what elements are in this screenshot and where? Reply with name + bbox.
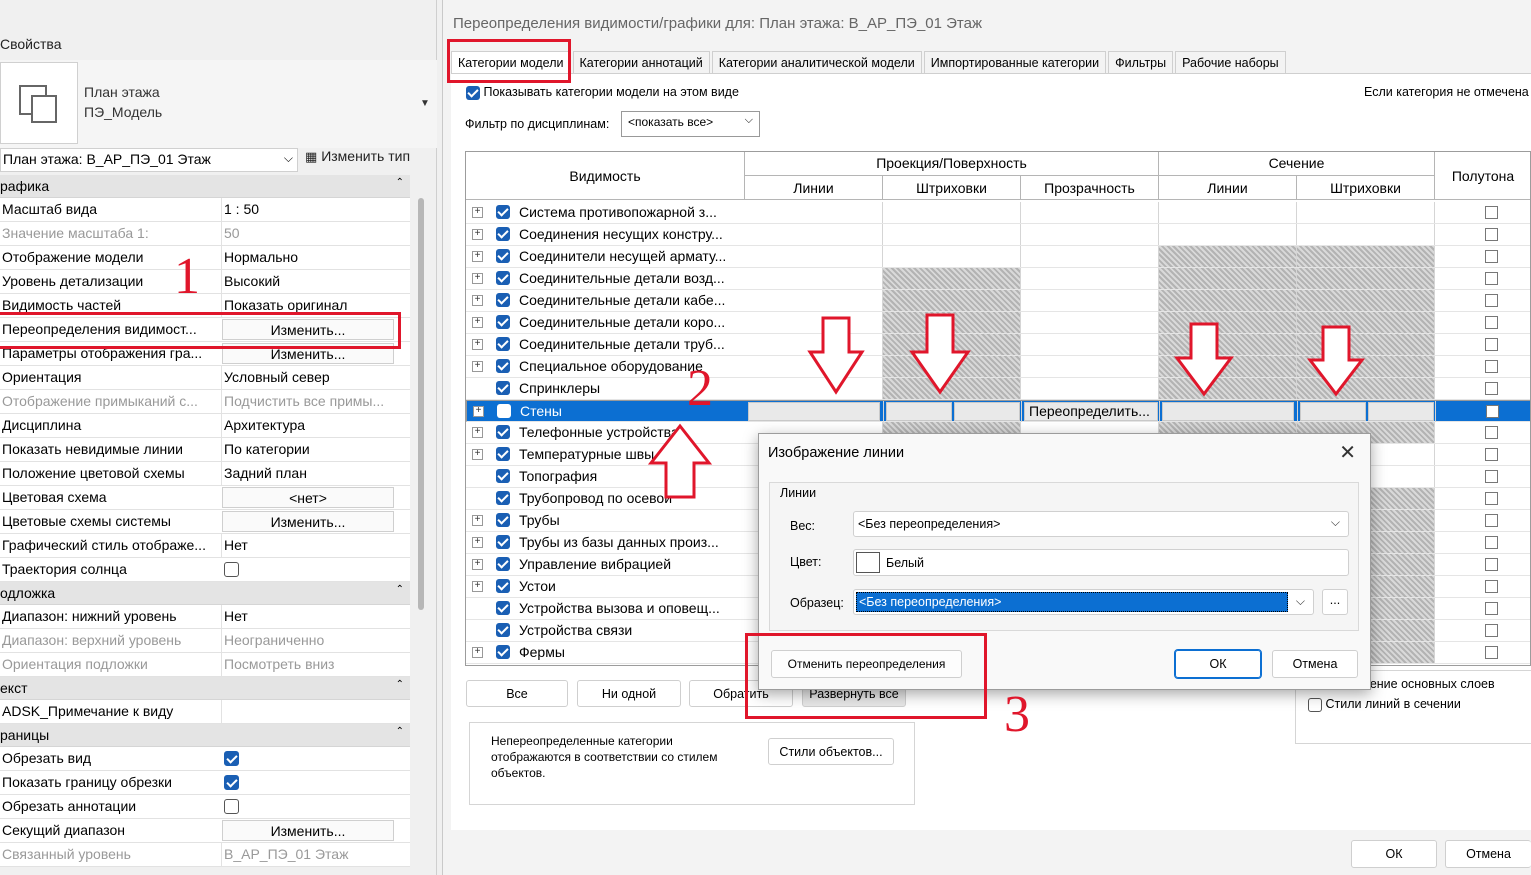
down-arrow-proj-lines bbox=[807, 316, 865, 395]
down-arrow-cut-patterns bbox=[1306, 325, 1366, 397]
down-arrow-proj-patterns bbox=[909, 313, 971, 395]
annotation-arrows bbox=[647, 313, 1366, 499]
down-arrow-cut-lines bbox=[1174, 322, 1234, 397]
up-arrow-walls bbox=[647, 423, 713, 499]
